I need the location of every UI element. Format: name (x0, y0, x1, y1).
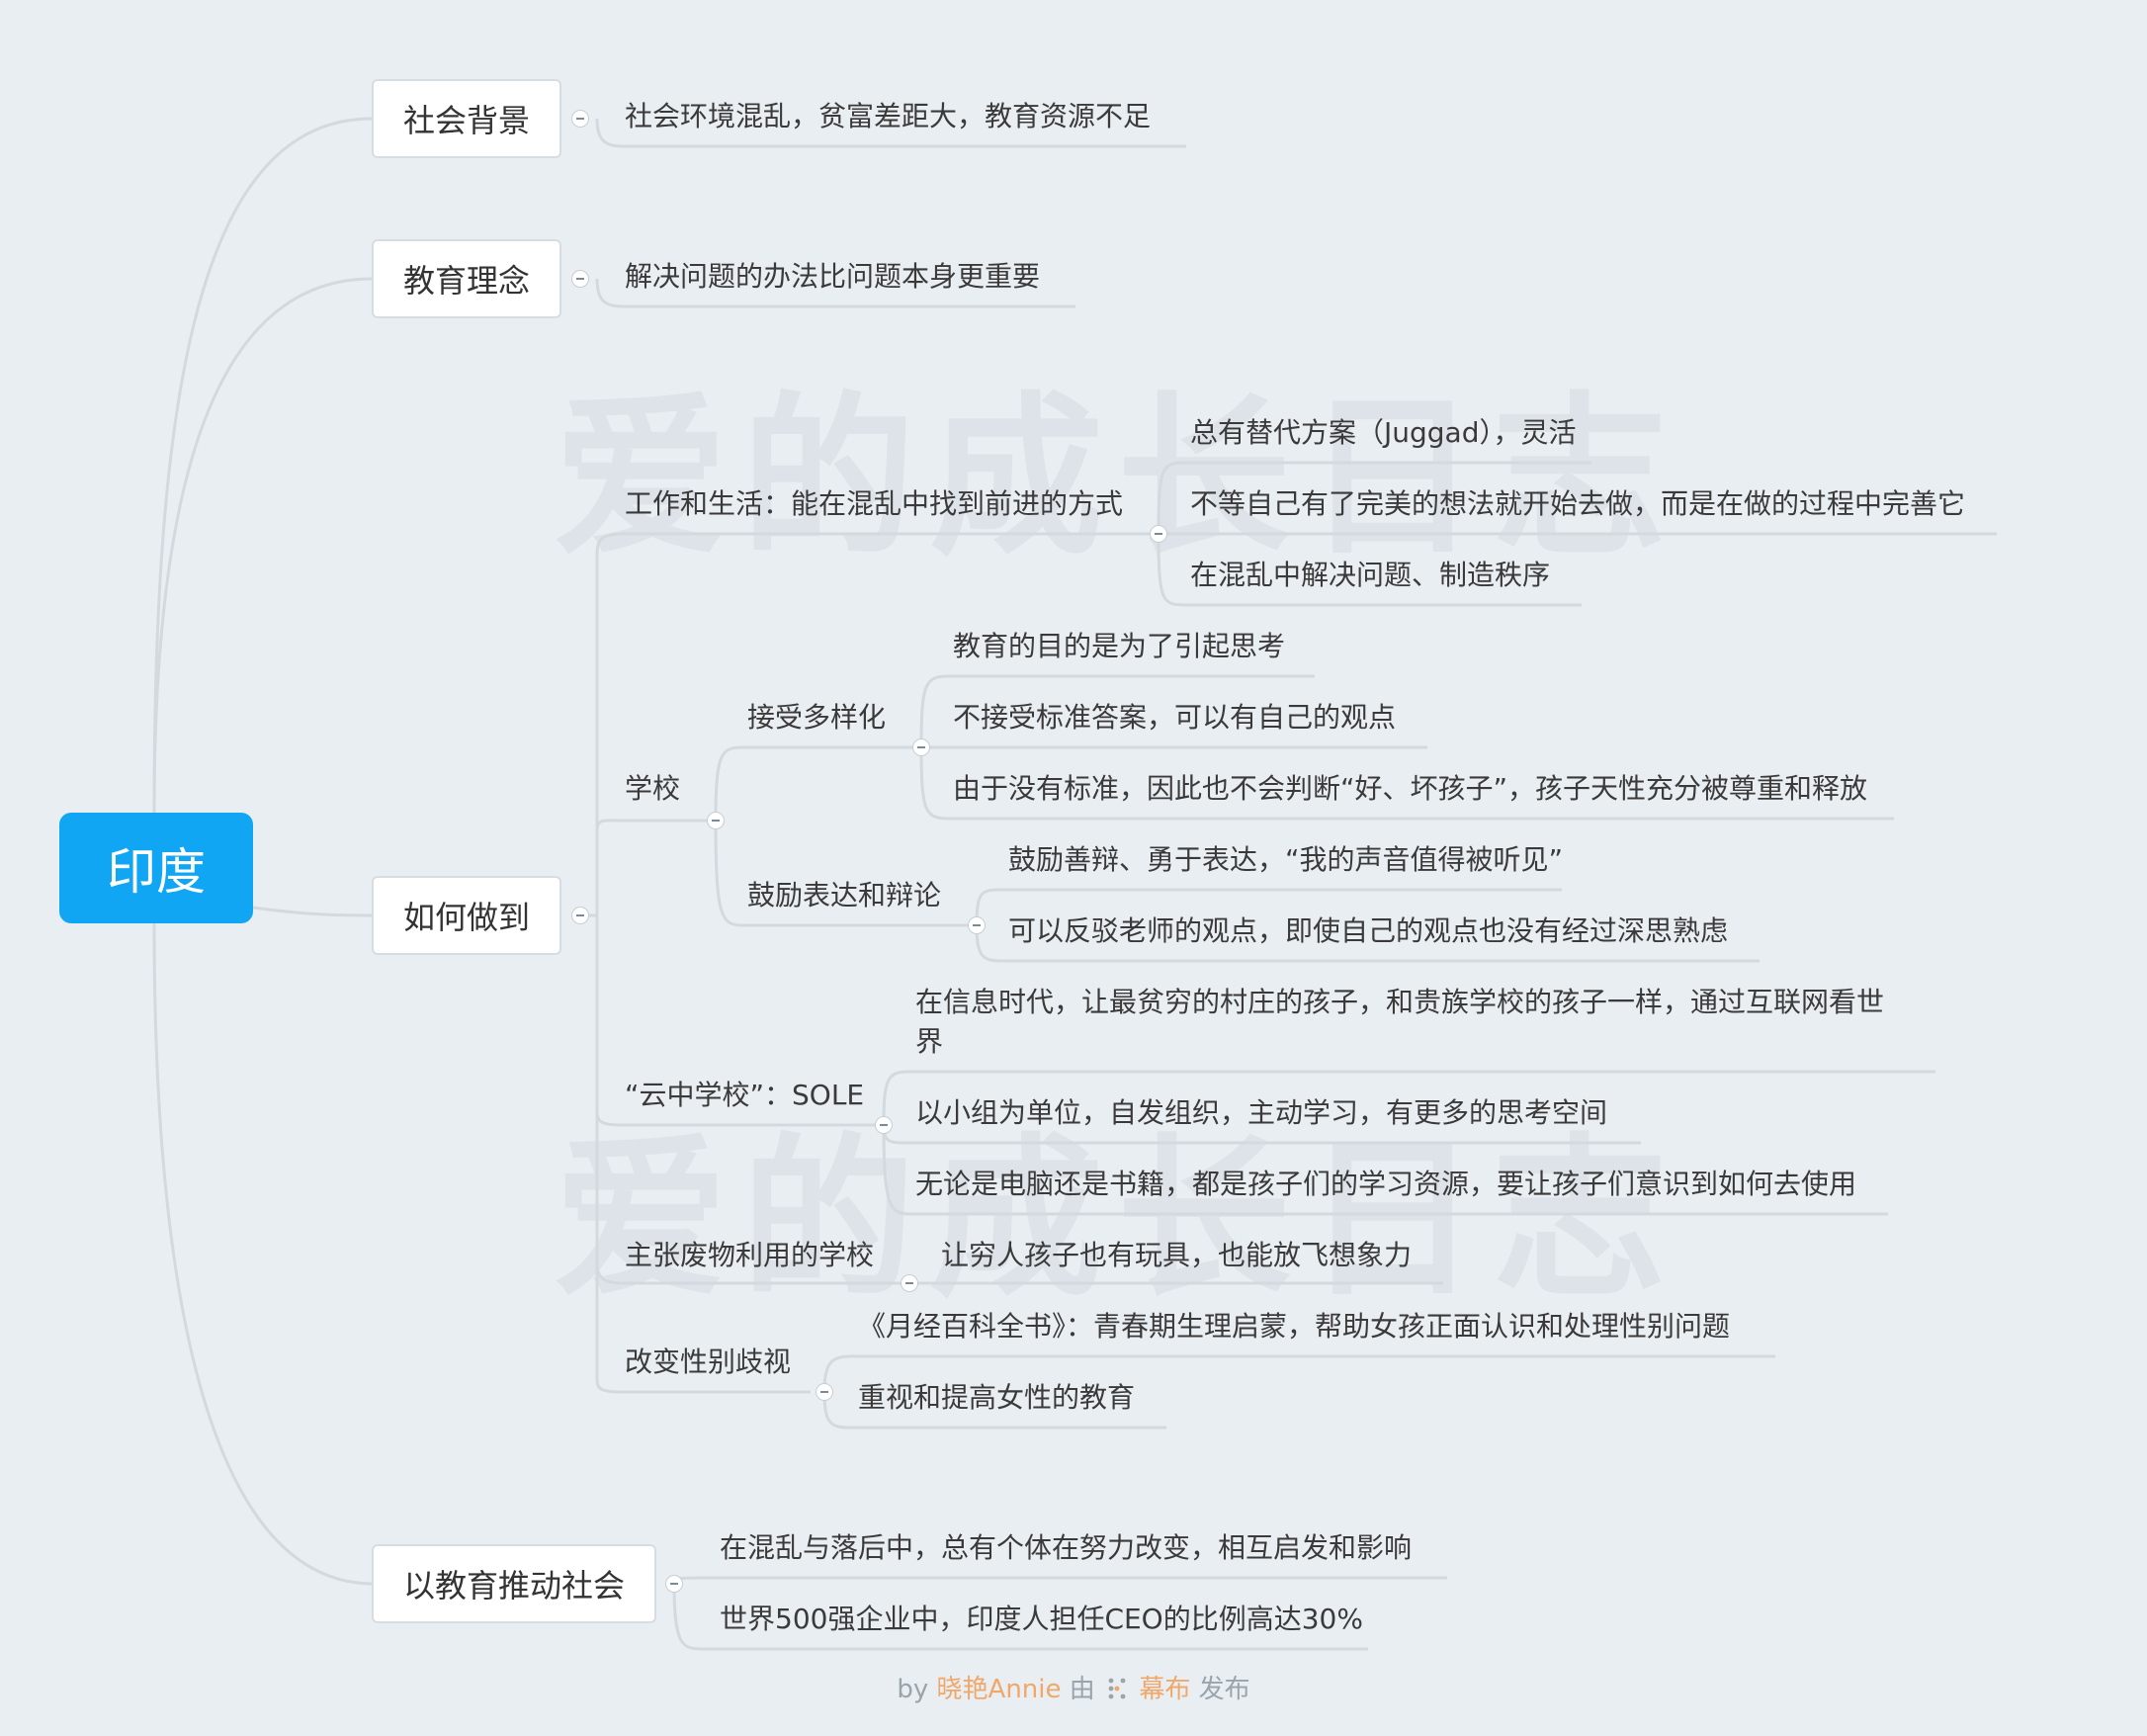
node-diverse-child-0[interactable]: 教育的目的是为了引起思考 (953, 627, 1285, 666)
collapse-toggle-icon[interactable] (707, 812, 725, 829)
node-gender-child-1[interactable]: 重视和提高女性的教育 (858, 1378, 1135, 1418)
mindmap-canvas: 爱的成长日志 爱的成长日志 印度 社会背景 社会环境混乱，贫富差距大，教育资源不… (0, 0, 2147, 1736)
topic-social-background[interactable]: 社会背景 (372, 79, 561, 158)
node-cloud-school[interactable]: “云中学校”：SOLE (625, 1076, 864, 1115)
node-b4-child-1[interactable]: 世界500强企业中，印度人担任CEO的比例高达30% (720, 1600, 1363, 1639)
node-debate[interactable]: 鼓励表达和辩论 (747, 876, 941, 915)
node-cloud-child-2[interactable]: 无论是电脑还是书籍，都是孩子们的学习资源，要让孩子们意识到如何去使用 (915, 1165, 1856, 1204)
footer-by: by (897, 1675, 929, 1704)
collapse-toggle-icon[interactable] (875, 1116, 893, 1134)
node-b4-child-0[interactable]: 在混乱与落后中，总有个体在努力改变，相互启发和影响 (720, 1528, 1412, 1568)
collapse-toggle-icon[interactable] (968, 916, 986, 934)
node-recycle-school[interactable]: 主张废物利用的学校 (625, 1236, 874, 1275)
collapse-toggle-icon[interactable] (912, 738, 930, 756)
collapse-toggle-icon[interactable] (1150, 525, 1167, 543)
node-debate-child-1[interactable]: 可以反驳老师的观点，即使自己的观点也没有经过深思熟虑 (1008, 911, 1728, 951)
node-diverse[interactable]: 接受多样化 (747, 698, 886, 738)
publish-footer: by 晓艳Annie 由 幕布 发布 (0, 1669, 2147, 1705)
node-work-child-2[interactable]: 在混乱中解决问题、制造秩序 (1190, 556, 1550, 595)
node-gender[interactable]: 改变性别歧视 (625, 1343, 791, 1382)
mubu-logo-icon (1108, 1678, 1126, 1699)
node-work-child-1[interactable]: 不等自己有了完美的想法就开始去做，而是在做的过程中完善它 (1190, 484, 1965, 524)
collapse-toggle-icon[interactable] (571, 270, 589, 288)
node-cloud-child-0[interactable]: 在信息时代，让最贫穷的村庄的孩子，和贵族学校的孩子一样，通过互联网看世界 (915, 983, 1904, 1062)
node-diverse-child-2[interactable]: 由于没有标准，因此也不会判断“好、坏孩子”，孩子天性充分被尊重和释放 (953, 769, 1867, 809)
node-gender-child-0[interactable]: 《月经百科全书》：青春期生理启蒙，帮助女孩正面认识和处理性别问题 (858, 1307, 1730, 1346)
topic-education-philosophy[interactable]: 教育理念 (372, 239, 561, 318)
collapse-toggle-icon[interactable] (816, 1383, 833, 1401)
collapse-toggle-icon[interactable] (901, 1274, 918, 1292)
node-b2-child-0[interactable]: 解决问题的办法比问题本身更重要 (625, 257, 1040, 297)
node-recycle-child-0[interactable]: 让穷人孩子也有玩具，也能放飞想象力 (941, 1236, 1412, 1275)
footer-brand[interactable]: 幕布 (1139, 1675, 1190, 1704)
node-school[interactable]: 学校 (625, 769, 680, 809)
collapse-toggle-icon[interactable] (665, 1575, 683, 1593)
node-b1-child-0[interactable]: 社会环境混乱，贫富差距大，教育资源不足 (625, 97, 1151, 136)
footer-author[interactable]: 晓艳Annie (937, 1675, 1062, 1704)
node-cloud-child-1[interactable]: 以小组为单位，自发组织，主动学习，有更多的思考空间 (915, 1093, 1607, 1133)
topic-how-to-achieve[interactable]: 如何做到 (372, 876, 561, 955)
node-work-life[interactable]: 工作和生活：能在混乱中找到前进的方式 (625, 484, 1123, 524)
collapse-toggle-icon[interactable] (571, 110, 589, 128)
node-debate-child-0[interactable]: 鼓励善辩、勇于表达，“我的声音值得被听见” (1008, 840, 1563, 880)
footer-mid: 由 (1069, 1675, 1095, 1704)
node-work-child-0[interactable]: 总有替代方案（Juggad），灵活 (1190, 413, 1576, 453)
node-diverse-child-1[interactable]: 不接受标准答案，可以有自己的观点 (953, 698, 1396, 738)
root-node[interactable]: 印度 (59, 813, 253, 923)
topic-education-drives-society[interactable]: 以教育推动社会 (372, 1544, 656, 1623)
footer-end: 发布 (1198, 1675, 1250, 1704)
collapse-toggle-icon[interactable] (571, 907, 589, 924)
